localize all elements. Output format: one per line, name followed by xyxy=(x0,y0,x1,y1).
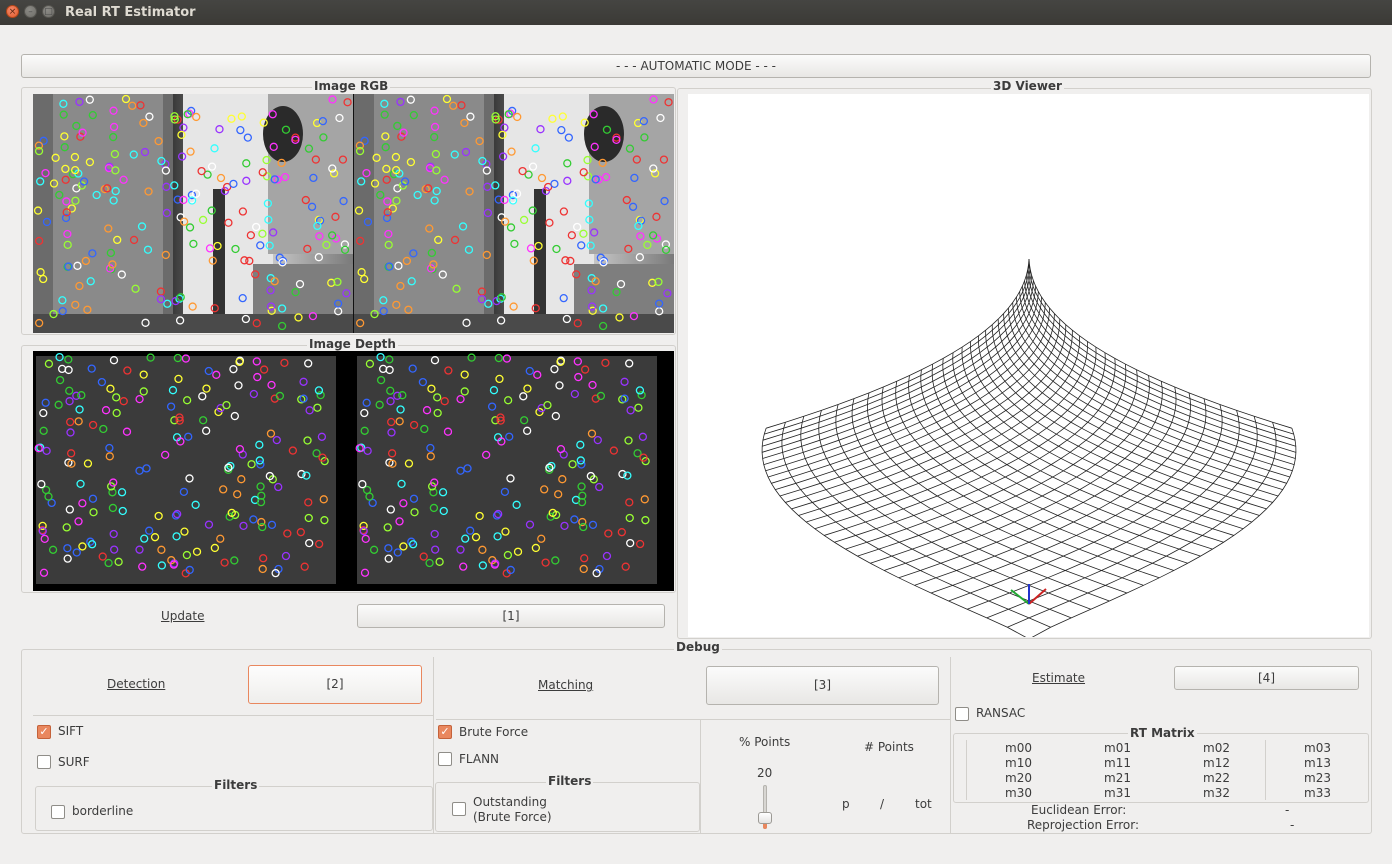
window-title: Real RT Estimator xyxy=(65,5,196,20)
matching-inner-divider xyxy=(700,719,701,833)
rt-matrix-title: RT Matrix xyxy=(1128,726,1197,740)
matrix-cell: m30 xyxy=(1005,786,1032,800)
minimize-window-button[interactable]: – xyxy=(24,5,37,18)
points-slash: / xyxy=(880,797,885,811)
outstanding-label-1: Outstanding xyxy=(473,795,547,809)
grid-line xyxy=(1028,258,1292,429)
reprojection-error-label: Reprojection Error: xyxy=(1027,818,1140,832)
matching-separator xyxy=(436,719,950,720)
grid-line xyxy=(806,341,1088,523)
ransac-checkbox[interactable] xyxy=(955,707,969,721)
close-window-button[interactable]: × xyxy=(6,5,19,18)
matrix-cell: m03 xyxy=(1304,741,1331,755)
window-titlebar: × – □ Real RT Estimator xyxy=(0,0,1392,25)
matrix-cell: m31 xyxy=(1104,786,1131,800)
matrix-cell: m20 xyxy=(1005,771,1032,785)
matrix-cell: m01 xyxy=(1104,741,1131,755)
detection-separator xyxy=(33,715,433,716)
brute-force-checkbox[interactable]: ✓ xyxy=(438,725,452,739)
grid-line xyxy=(881,386,1160,579)
grid-canvas xyxy=(761,258,1297,637)
slider-handle[interactable] xyxy=(758,812,772,824)
rgb-image-canvas xyxy=(33,94,674,333)
grid-line xyxy=(762,286,1037,459)
grid-line xyxy=(970,341,1252,523)
points-tot: tot xyxy=(915,797,932,811)
debug-title: Debug xyxy=(674,640,722,654)
brute-force-label: Brute Force xyxy=(459,725,529,739)
matrix-divider-right xyxy=(1265,740,1266,800)
image-depth-title: Image Depth xyxy=(307,337,398,351)
grid-line xyxy=(775,313,1055,491)
matrix-cell: m11 xyxy=(1104,756,1131,770)
flann-label: FLANN xyxy=(459,752,500,766)
euclidean-error-value: - xyxy=(1285,803,1290,817)
percent-points-label: % Points xyxy=(739,735,791,749)
rgb-image xyxy=(33,94,674,333)
borderline-label: borderline xyxy=(72,804,134,818)
matrix-cell: m32 xyxy=(1203,786,1230,800)
matrix-cell: m33 xyxy=(1304,786,1331,800)
matching-button[interactable]: [3] xyxy=(706,666,939,705)
grid-line xyxy=(764,264,1030,435)
num-points-label: # Points xyxy=(864,740,914,754)
points-p: p xyxy=(842,797,850,811)
viewer-canvas[interactable] xyxy=(688,94,1369,637)
outstanding-checkbox[interactable] xyxy=(452,802,466,816)
matrix-cell: m13 xyxy=(1304,756,1331,770)
matching-filters-title: Filters xyxy=(546,774,594,788)
detection-button[interactable]: [2] xyxy=(248,665,422,704)
matrix-cell: m21 xyxy=(1104,771,1131,785)
detection-filters-title: Filters xyxy=(212,778,260,792)
percent-points-slider[interactable] xyxy=(758,785,772,831)
depth-image-canvas xyxy=(33,351,674,591)
estimate-button[interactable]: [4] xyxy=(1174,666,1359,690)
sift-label: SIFT xyxy=(58,724,84,738)
grid-line xyxy=(1003,313,1283,491)
grid-line xyxy=(1027,269,1296,441)
surf-checkbox[interactable] xyxy=(37,755,51,769)
grid-line xyxy=(762,269,1031,441)
automatic-mode-button[interactable]: - - - AUTOMATIC MODE - - - xyxy=(21,54,1371,78)
matrix-divider-left xyxy=(966,740,967,800)
outstanding-label-2: (Brute Force) xyxy=(473,810,552,824)
percent-points-value: 20 xyxy=(757,766,773,780)
matrix-cell: m22 xyxy=(1203,771,1230,785)
grid-line xyxy=(1028,264,1294,435)
matching-label: Matching xyxy=(538,678,594,692)
ransac-label: RANSAC xyxy=(976,706,1026,720)
grid-line xyxy=(967,410,1240,610)
grid-line xyxy=(818,410,1091,610)
depth-image xyxy=(33,351,674,591)
matrix-cell: m02 xyxy=(1203,741,1230,755)
reprojection-error-value: - xyxy=(1290,818,1295,832)
euclidean-error-label: Euclidean Error: xyxy=(1031,803,1127,817)
grid-line xyxy=(766,258,1030,429)
debug-divider-1 xyxy=(433,657,434,833)
matrix-cell: m10 xyxy=(1005,756,1032,770)
debug-divider-2 xyxy=(950,657,951,833)
grid-line xyxy=(898,386,1177,579)
matrix-cell: m23 xyxy=(1304,771,1331,785)
grid-line xyxy=(768,302,1046,478)
sift-checkbox[interactable]: ✓ xyxy=(37,725,51,739)
surf-label: SURF xyxy=(58,755,90,769)
maximize-window-button[interactable]: □ xyxy=(42,5,55,18)
grid-line xyxy=(1021,286,1296,459)
detection-label: Detection xyxy=(107,677,166,691)
update-label: Update xyxy=(161,609,205,623)
update-button[interactable]: [1] xyxy=(357,604,665,628)
viewer-title: 3D Viewer xyxy=(991,79,1064,93)
flann-checkbox[interactable] xyxy=(438,752,452,766)
matrix-cell: m00 xyxy=(1005,741,1032,755)
axis-gizmo xyxy=(1010,584,1047,605)
matrix-cell: m12 xyxy=(1203,756,1230,770)
grid-line xyxy=(1012,302,1290,478)
image-rgb-title: Image RGB xyxy=(312,79,391,93)
estimate-label: Estimate xyxy=(1032,671,1086,685)
borderline-checkbox[interactable] xyxy=(51,805,65,819)
